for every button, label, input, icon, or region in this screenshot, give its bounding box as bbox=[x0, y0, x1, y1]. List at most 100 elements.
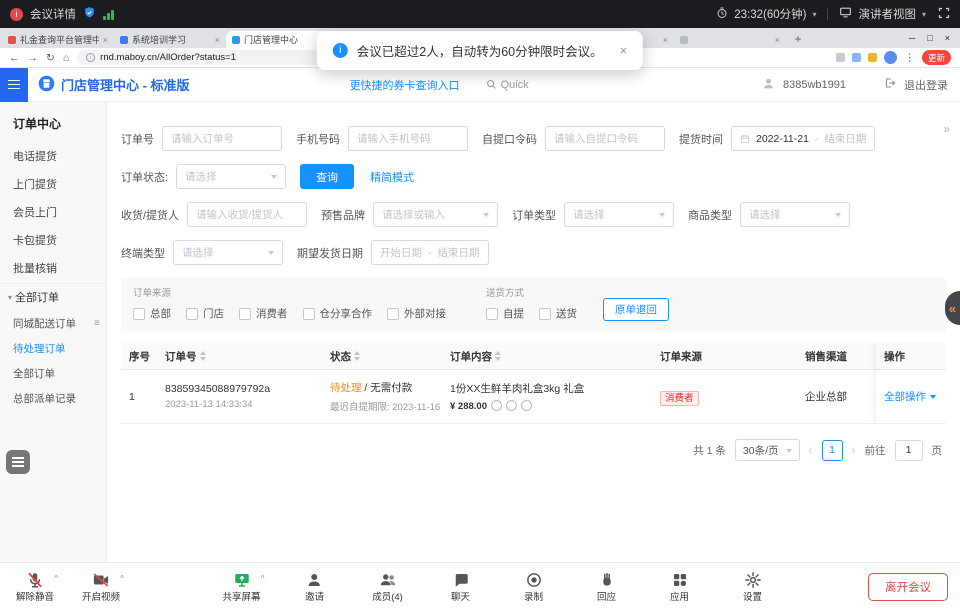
sidebar-item-batch-verify[interactable]: 批量核销 bbox=[0, 255, 106, 283]
sidebar-item-hq-dispatch-records[interactable]: 总部派单记录 bbox=[0, 386, 106, 411]
meeting-info-icon[interactable]: i bbox=[10, 8, 23, 21]
checkbox-warehouse-coop[interactable]: 仓分享合作 bbox=[303, 306, 373, 321]
next-page-button[interactable]: › bbox=[852, 443, 856, 457]
window-minimize-button[interactable]: ─ bbox=[909, 33, 915, 43]
timer-dropdown-caret[interactable]: ▾ bbox=[812, 10, 816, 19]
members-button[interactable]: 成员(4) bbox=[363, 571, 413, 603]
sort-icon[interactable] bbox=[495, 348, 501, 364]
extension-icon[interactable] bbox=[836, 53, 845, 62]
simple-mode-link[interactable]: 精简模式 bbox=[370, 169, 414, 185]
browser-menu-icon[interactable]: ⋮ bbox=[904, 52, 915, 64]
leave-meeting-button[interactable]: 离开会议 bbox=[868, 573, 948, 601]
browser-tab-1[interactable]: 礼金查询平台管理中心 × bbox=[2, 31, 114, 48]
coupon-query-link[interactable]: 更快捷的券卡查询入口 bbox=[350, 77, 460, 93]
browser-profile-avatar[interactable] bbox=[884, 51, 897, 64]
prev-page-button[interactable]: ‹ bbox=[809, 443, 813, 457]
unmute-button[interactable]: ^ 解除静音 bbox=[10, 571, 60, 603]
sidebar-item-city-delivery[interactable]: 同城配送订单 ≡ bbox=[0, 311, 106, 336]
floating-menu-widget[interactable] bbox=[6, 450, 30, 474]
tab-close-icon[interactable]: × bbox=[215, 35, 220, 45]
browser-update-button[interactable]: 更新 bbox=[922, 50, 951, 65]
order-type-select[interactable]: 请选择 bbox=[564, 202, 674, 227]
checkbox-icon[interactable] bbox=[186, 308, 198, 320]
apps-button[interactable]: 应用 bbox=[655, 571, 705, 603]
checkbox-icon[interactable] bbox=[539, 308, 551, 320]
reload-icon[interactable]: ↻ bbox=[46, 52, 55, 64]
forward-icon[interactable]: → bbox=[28, 52, 39, 64]
window-maximize-button[interactable]: □ bbox=[927, 33, 932, 43]
mic-options-caret[interactable]: ^ bbox=[54, 574, 58, 583]
back-icon[interactable]: ← bbox=[9, 52, 20, 64]
checkbox-consumer[interactable]: 消费者 bbox=[239, 306, 288, 321]
tab-close-icon[interactable]: × bbox=[663, 35, 668, 45]
checkbox-icon[interactable] bbox=[387, 308, 399, 320]
logout-button[interactable]: 退出登录 bbox=[904, 77, 948, 93]
username[interactable]: 8385wb1991 bbox=[783, 79, 846, 91]
original-order-return-button[interactable]: 原单退回 bbox=[603, 298, 669, 321]
checkbox-icon[interactable] bbox=[133, 308, 145, 320]
new-tab-button[interactable]: + bbox=[790, 31, 806, 47]
share-screen-button[interactable]: ^ 共享屏幕 bbox=[217, 571, 267, 603]
sidebar-group-all-orders[interactable]: ▾ 全部订单 bbox=[0, 283, 106, 311]
browser-tab-7[interactable]: × bbox=[674, 31, 786, 48]
goto-page-input[interactable] bbox=[895, 440, 923, 461]
sidebar-item-pending-orders[interactable]: 待处理订单 bbox=[0, 336, 106, 361]
start-video-button[interactable]: ^ 开启视频 bbox=[76, 571, 126, 603]
sort-icon[interactable] bbox=[200, 348, 206, 364]
extension-icon[interactable] bbox=[852, 53, 861, 62]
security-shield-icon[interactable] bbox=[83, 6, 96, 22]
brand-select[interactable]: 请选择或输入 bbox=[373, 202, 498, 227]
goods-type-select[interactable]: 请选择 bbox=[740, 202, 850, 227]
terminal-type-select[interactable]: 请选择 bbox=[173, 240, 283, 265]
quick-search[interactable]: Quick bbox=[486, 79, 529, 91]
pickup-date-range[interactable]: 2022-11-21 - 结束日期 bbox=[731, 126, 875, 151]
react-button[interactable]: 回应 bbox=[582, 571, 632, 603]
video-options-caret[interactable]: ^ bbox=[120, 574, 124, 583]
tab-close-icon[interactable]: × bbox=[775, 35, 780, 45]
chevron-down-icon[interactable] bbox=[930, 395, 936, 402]
checkbox-hq[interactable]: 总部 bbox=[133, 306, 171, 321]
checkbox-delivery[interactable]: 送货 bbox=[539, 306, 577, 321]
site-info-icon[interactable]: i bbox=[86, 53, 95, 62]
search-button[interactable]: 查询 bbox=[300, 164, 354, 189]
home-icon[interactable]: ⌂ bbox=[63, 52, 69, 64]
sidebar-item-phone-pickup[interactable]: 电话提货 bbox=[0, 143, 106, 171]
checkbox-icon[interactable] bbox=[303, 308, 315, 320]
view-mode-label[interactable]: 演讲者视图 bbox=[858, 6, 916, 22]
order-tag-icon[interactable] bbox=[491, 400, 502, 411]
sidebar-item-member-visit[interactable]: 会员上门 bbox=[0, 199, 106, 227]
order-status-select[interactable]: 请选择 bbox=[176, 164, 286, 189]
checkbox-icon[interactable] bbox=[486, 308, 498, 320]
current-page[interactable]: 1 bbox=[822, 440, 843, 461]
settings-button[interactable]: 设置 bbox=[728, 571, 778, 603]
receiver-input[interactable] bbox=[187, 202, 307, 227]
browser-tab-2[interactable]: 系统培训学习 × bbox=[114, 31, 226, 48]
checkbox-store[interactable]: 门店 bbox=[186, 306, 224, 321]
all-actions-link[interactable]: 全部操作 bbox=[884, 389, 926, 404]
invite-button[interactable]: 邀请 bbox=[290, 571, 340, 603]
sidebar-item-card-pickup[interactable]: 卡包提货 bbox=[0, 227, 106, 255]
order-tag-icon[interactable] bbox=[521, 400, 532, 411]
ship-date-range[interactable]: 开始日期 - 结束日期 bbox=[371, 240, 489, 265]
checkbox-external[interactable]: 外部对接 bbox=[387, 306, 446, 321]
order-no-input[interactable] bbox=[162, 126, 282, 151]
fullscreen-icon[interactable] bbox=[938, 7, 950, 22]
page-size-select[interactable]: 30条/页 bbox=[735, 439, 800, 461]
extension-icon[interactable] bbox=[868, 53, 877, 62]
sidebar-item-all-orders[interactable]: 全部订单 bbox=[0, 361, 106, 386]
meeting-details-label[interactable]: 会议详情 bbox=[30, 6, 76, 22]
chat-button[interactable]: 聊天 bbox=[436, 571, 486, 603]
tab-close-icon[interactable]: × bbox=[103, 35, 108, 45]
share-options-caret[interactable]: ^ bbox=[261, 574, 265, 583]
checkbox-self-pickup[interactable]: 自提 bbox=[486, 306, 524, 321]
pick-code-input[interactable] bbox=[545, 126, 665, 151]
checkbox-icon[interactable] bbox=[239, 308, 251, 320]
collapse-panel-icon[interactable]: » bbox=[943, 122, 950, 136]
view-mode-caret[interactable]: ▾ bbox=[922, 10, 926, 19]
toast-close-icon[interactable]: × bbox=[620, 43, 628, 58]
sort-icon[interactable] bbox=[354, 348, 360, 364]
record-button[interactable]: 录制 bbox=[509, 571, 559, 603]
sidebar-item-door-pickup[interactable]: 上门提货 bbox=[0, 171, 106, 199]
phone-input[interactable] bbox=[348, 126, 468, 151]
list-icon[interactable]: ≡ bbox=[94, 318, 100, 329]
